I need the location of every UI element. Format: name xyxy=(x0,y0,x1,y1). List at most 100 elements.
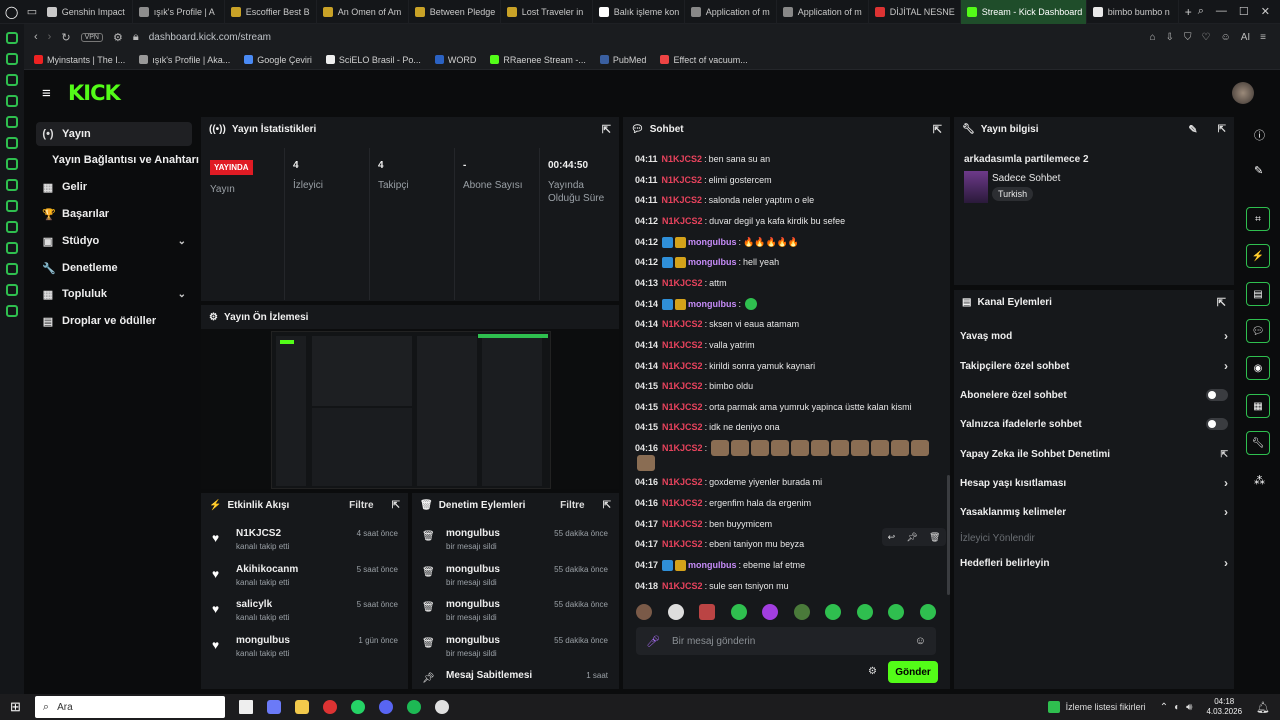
vpn-badge[interactable]: VPN xyxy=(80,32,103,42)
chat-message[interactable]: 04:14 N1KJCS2: sksen vi eaua atamam xyxy=(635,317,799,331)
popout-icon[interactable]: ⇱ xyxy=(392,500,400,511)
browser-tab[interactable]: Application of m xyxy=(777,0,869,24)
chat-message[interactable]: 04:14 N1KJCS2: kirildi sonra yamuk kaynari xyxy=(635,359,815,373)
bookmark-item[interactable]: ışık's Profile | Aka... xyxy=(139,55,230,65)
channel-action-item[interactable]: Yavaş mod › xyxy=(960,327,1228,345)
browser-tab[interactable]: Between Pledge xyxy=(409,0,501,24)
reply-icon[interactable]: ↩ xyxy=(888,532,896,543)
toggle-switch[interactable] xyxy=(1206,418,1228,430)
bookmark-item[interactable]: Effect of vacuum... xyxy=(660,55,748,65)
minimize-button[interactable]: — xyxy=(1216,5,1227,18)
tabs-menu-icon[interactable]: ▭ xyxy=(23,5,40,18)
mod-action-user[interactable]: mongulbus xyxy=(446,635,500,646)
notification-icon[interactable]: 🔔︎ xyxy=(1256,701,1280,714)
mod-action-user[interactable]: mongulbus xyxy=(446,528,500,539)
wrench-icon[interactable]: 🔧︎ xyxy=(1246,431,1270,455)
copilot-icon[interactable] xyxy=(266,700,281,714)
bolt-icon[interactable]: ⚡ xyxy=(1246,244,1270,268)
channel-action-item[interactable]: Hedefleri belirleyin › xyxy=(960,554,1228,572)
popout-icon[interactable]: ⇱ xyxy=(1217,296,1226,309)
chat-message[interactable]: 04:15 N1KJCS2: orta parmak ama yumruk yapi… xyxy=(635,400,912,414)
task-view-icon[interactable] xyxy=(238,700,253,714)
site-info-icon[interactable]: ⚙ xyxy=(113,31,123,44)
browser-tab[interactable]: Lost Traveler in xyxy=(501,0,593,24)
emote-icon[interactable] xyxy=(825,604,842,620)
snapshot-icon[interactable]: ⌂ xyxy=(1150,32,1156,43)
activity-user[interactable]: Akihikocanm xyxy=(236,564,298,575)
bookmark-item[interactable]: Myinstants | The I... xyxy=(34,55,125,65)
activity-user[interactable]: mongulbus xyxy=(236,635,290,646)
chat-username[interactable]: N1KJCS2 xyxy=(662,443,703,453)
chat-username[interactable]: N1KJCS2 xyxy=(662,477,703,487)
browser-tab[interactable]: Escoffier Best B xyxy=(225,0,317,24)
channel-action-item[interactable]: Hesap yaşı kısıtlaması › xyxy=(960,474,1228,492)
activity-user[interactable]: N1KJCS2 xyxy=(236,528,289,539)
chat-username[interactable]: mongulbus xyxy=(688,560,737,570)
discord-icon[interactable] xyxy=(378,700,393,714)
heart-icon[interactable]: ♡ xyxy=(1202,32,1211,43)
shield-icon[interactable]: ⛉ xyxy=(1184,32,1192,43)
chat-message[interactable]: 04:16 N1KJCS2: xyxy=(635,440,930,456)
emote-icon[interactable] xyxy=(730,604,747,620)
chat-message[interactable]: 04:12 N1KJCS2: duvar degil ya kafa kirdik … xyxy=(635,214,845,228)
toggle-switch[interactable] xyxy=(1206,389,1228,401)
extensions-icon[interactable]: ⁂ xyxy=(1254,474,1265,487)
filter-button[interactable]: Filtre xyxy=(560,500,584,511)
sidebar-app-icon[interactable] xyxy=(6,284,18,296)
kick-logo[interactable]: KICK xyxy=(68,81,121,105)
info-icon[interactable]: ⓘ xyxy=(1254,127,1265,143)
reload-icon[interactable]: ↻ xyxy=(61,31,70,44)
chat-username[interactable]: mongulbus xyxy=(688,257,737,267)
chat-username[interactable]: N1KJCS2 xyxy=(662,195,703,205)
microphone-icon[interactable]: 🎤︎ xyxy=(646,635,660,648)
opera-icon[interactable] xyxy=(322,700,337,714)
twitch-icon[interactable] xyxy=(6,116,18,128)
browser-tab[interactable]: Stream - Kick Dashboard xyxy=(960,0,1087,24)
chat-username[interactable]: N1KJCS2 xyxy=(662,581,703,591)
popout-icon[interactable]: ⇱ xyxy=(602,123,611,136)
chat-message[interactable]: 04:17 N1KJCS2: ben buyymicem xyxy=(635,517,772,531)
category-name[interactable]: Sadece Sohbet xyxy=(992,173,1060,184)
channel-action-item[interactable]: İzleyici Yönlendir xyxy=(960,529,1228,547)
bookmark-item[interactable]: Google Çeviri xyxy=(244,55,312,65)
emote-icon[interactable] xyxy=(667,604,684,620)
chat-message[interactable]: 04:18 N1KJCS2: sule sen tsniyon mu xyxy=(635,579,789,593)
chat-message[interactable]: 04:13 N1KJCS2: attm xyxy=(635,276,727,290)
browser-tab[interactable]: DİJİTAL NESNE xyxy=(869,0,961,24)
chat-username[interactable]: N1KJCS2 xyxy=(662,381,703,391)
whatsapp-icon[interactable] xyxy=(350,700,365,714)
edit-icon[interactable]: ✎ xyxy=(1188,123,1197,136)
watchlist-widget[interactable]: İzleme listesi fikirleri xyxy=(1047,701,1146,713)
sidebar-app-icon[interactable] xyxy=(6,32,18,44)
mod-action-user[interactable]: Mesaj Sabitlemesi xyxy=(446,670,532,681)
emote-icon[interactable] xyxy=(699,604,716,620)
download-icon[interactable]: ⇩ xyxy=(1166,32,1174,43)
channel-action-item[interactable]: Yalnızca ifadelerle sohbet xyxy=(960,415,1228,433)
stream-preview-video[interactable] xyxy=(271,331,551,489)
bookmark-item[interactable]: RRaenee Stream -... xyxy=(490,55,586,65)
popout-icon[interactable]: ⇱ xyxy=(603,500,611,511)
emote-icon[interactable] xyxy=(856,604,873,620)
mod-action-user[interactable]: mongulbus xyxy=(446,599,500,610)
sidebar-app-icon[interactable] xyxy=(6,74,18,86)
bookmark-item[interactable]: WORD xyxy=(434,55,476,65)
sidebar-app-icon[interactable] xyxy=(6,53,18,65)
nav-item[interactable]: ▤ Droplar ve ödüller xyxy=(36,309,192,333)
sidebar-app-icon[interactable] xyxy=(6,221,18,233)
network-icon[interactable]: ◐ xyxy=(1174,702,1180,713)
bookmark-item[interactable]: PubMed xyxy=(599,55,646,65)
edit-pencil-icon[interactable]: ✎ xyxy=(1254,164,1263,177)
mod-action-user[interactable]: mongulbus xyxy=(446,564,500,575)
chat-username[interactable]: N1KJCS2 xyxy=(662,498,703,508)
file-explorer-icon[interactable] xyxy=(294,700,309,714)
sidebar-app-icon[interactable] xyxy=(6,95,18,107)
nav-item[interactable]: ▦ Topluluk ⌄ xyxy=(36,282,192,306)
nav-item[interactable]: Yayın Bağlantısı ve Anahtarı xyxy=(46,148,200,172)
pin-icon[interactable]: 📌︎ xyxy=(906,532,917,543)
chat-message[interactable]: 04:12 mongulbus: hell yeah xyxy=(635,255,779,269)
chat-username[interactable]: N1KJCS2 xyxy=(662,319,703,329)
chat-bubble-icon[interactable]: 💬︎ xyxy=(1246,319,1270,343)
chat-settings-icon[interactable]: ⚙ xyxy=(868,666,877,677)
menu-icon[interactable]: ≡ xyxy=(1260,32,1266,43)
browser-tab[interactable]: bimbo bumbo n xyxy=(1087,0,1179,24)
